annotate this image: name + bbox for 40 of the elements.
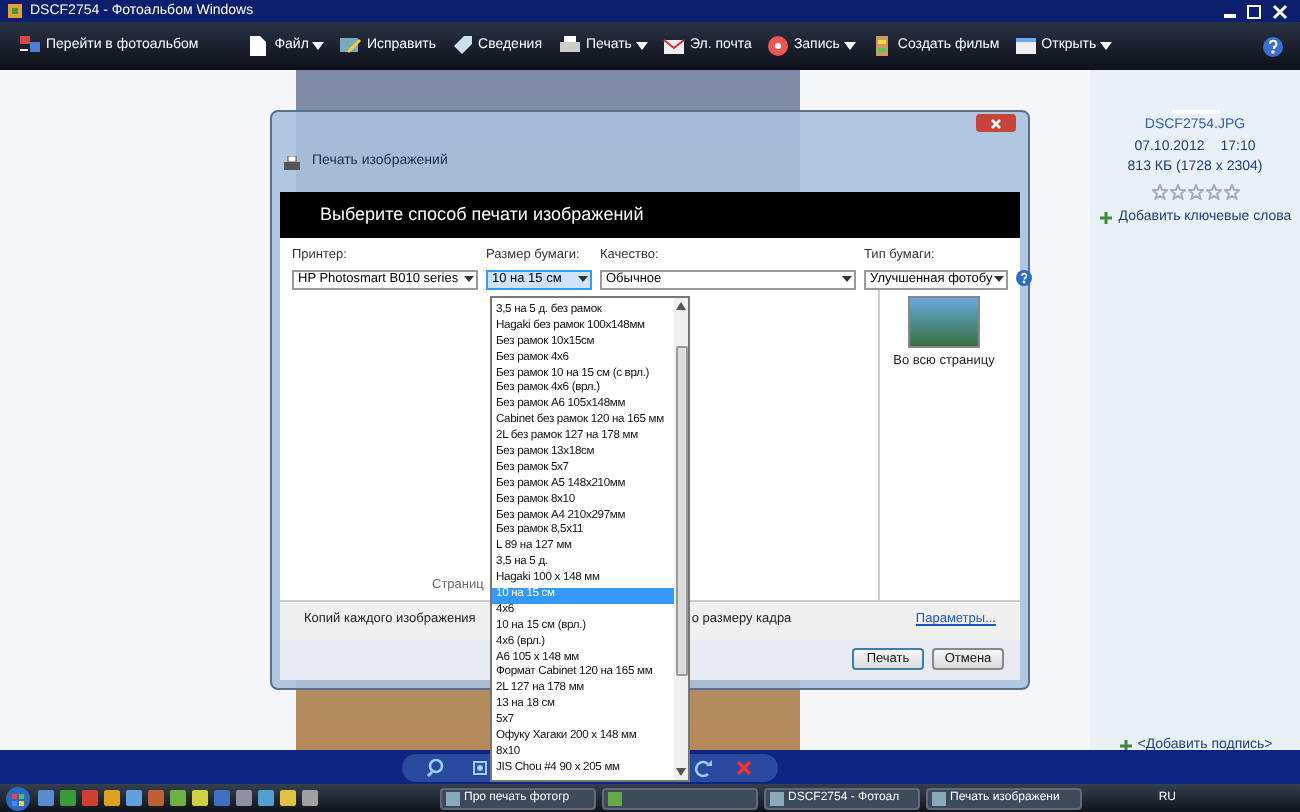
scroll-up-icon	[676, 302, 686, 310]
scrollbar[interactable]	[674, 298, 688, 780]
album-icon	[18, 34, 42, 58]
taskbar-button[interactable]	[602, 787, 758, 809]
scrollbar-thumb[interactable]	[675, 346, 687, 676]
plus-tag-icon	[1117, 738, 1134, 755]
caret-icon	[842, 276, 852, 283]
caret-icon	[635, 42, 648, 50]
disc-icon	[765, 34, 790, 58]
close-icon	[990, 117, 1002, 129]
scroll-down-icon	[676, 768, 686, 776]
dialog-heading: Выберите способ печати изображений	[320, 201, 644, 228]
printer-icon	[558, 34, 583, 58]
start-orb-icon	[4, 785, 32, 811]
caret-icon	[464, 276, 474, 283]
photo-placeholder	[908, 295, 980, 348]
window-icon	[932, 791, 946, 805]
caret-icon	[578, 276, 588, 283]
close-button[interactable]	[976, 114, 1016, 132]
help-icon	[1262, 35, 1284, 57]
caret-icon	[843, 42, 856, 50]
rotate-right-icon	[694, 757, 714, 777]
mail-icon	[661, 34, 686, 58]
window-icon	[446, 791, 460, 805]
window-icon	[770, 791, 784, 805]
maximize-icon	[1244, 3, 1264, 19]
caret-icon	[312, 42, 325, 50]
delete-icon	[734, 757, 754, 777]
plus-tag-icon	[1098, 209, 1115, 226]
edit-photo-icon	[338, 34, 363, 58]
document-icon	[246, 34, 271, 58]
fit-icon	[470, 757, 490, 777]
caret-icon	[1100, 42, 1113, 50]
tag-icon	[450, 34, 475, 58]
window-icon	[1013, 34, 1038, 58]
close-icon	[1268, 3, 1292, 19]
printer-icon	[284, 156, 300, 172]
window-icon	[608, 791, 622, 805]
caret-icon	[994, 276, 1004, 283]
app-icon	[8, 4, 22, 18]
